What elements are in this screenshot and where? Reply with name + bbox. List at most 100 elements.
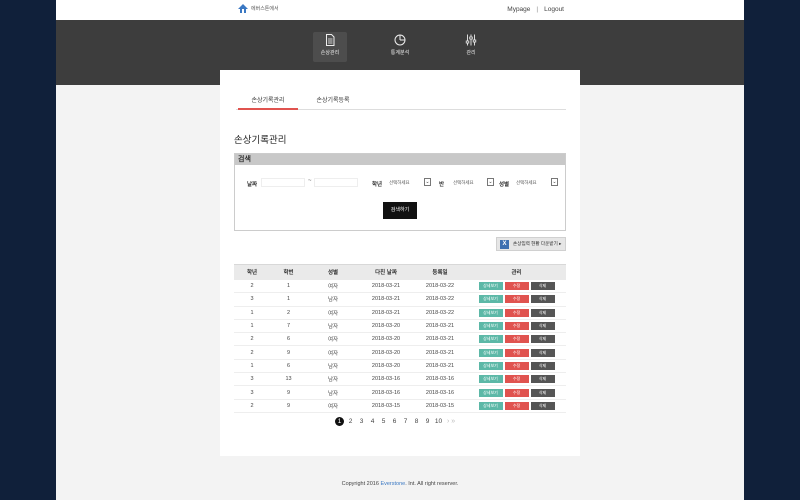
table-cell: 2018-03-21 [413,359,467,374]
table-cell: 2018-03-15 [413,399,467,413]
table-cell: 여자 [307,332,359,347]
table-cell: 2 [270,306,307,320]
delete-button[interactable]: 삭제 [530,322,555,331]
grade-label: 학년 [372,182,383,188]
footer-brand-link[interactable]: Everstone [380,481,405,487]
column-header: 관리 [467,264,566,280]
page-link[interactable]: 4 [368,417,377,426]
date-to-input[interactable] [314,178,358,187]
delete-button[interactable]: 삭제 [530,401,555,410]
page-link[interactable]: 8 [412,417,421,426]
date-from-input[interactable] [261,178,305,187]
table-cell: 2018-03-16 [359,372,413,387]
row-actions: 상세보기 수정 삭제 [467,306,566,320]
table-cell: 2 [234,279,270,294]
table-row: 3 9 남자 2018-03-16 2018-03-16 상세보기 수정 삭제 [234,385,566,400]
table-cell: 2018-03-21 [359,292,413,307]
detail-button[interactable]: 상세보기 [478,375,503,384]
logo-icon [238,4,248,13]
detail-button[interactable]: 상세보기 [478,308,503,317]
detail-button[interactable]: 상세보기 [478,348,503,357]
grade-select[interactable]: 선택하세요 ⌄ [389,178,431,187]
row-actions: 상세보기 수정 삭제 [467,292,566,307]
nav-item-statistics[interactable]: 통계분석 [383,32,417,62]
edit-button[interactable]: 수정 [504,348,529,357]
gender-select[interactable]: 선택하세요 ⌄ [516,178,558,187]
detail-button[interactable]: 상세보기 [478,335,503,344]
row-actions: 상세보기 수정 삭제 [467,319,566,334]
download-label: 손상임력 현황 다운받기 ▸ [513,241,562,246]
detail-button[interactable]: 상세보기 [478,295,503,304]
table-cell: 2018-03-20 [359,359,413,374]
page-link[interactable]: 9 [423,417,432,426]
search-button[interactable]: 검색하기 [383,202,417,219]
edit-button[interactable]: 수정 [504,388,529,397]
top-bar: 에버스톤에서 Mypage | Logout [56,0,744,20]
table-cell: 2018-03-22 [413,279,467,294]
table-cell: 남자 [307,319,359,334]
table-header-row: 학년 학번 성별 다친 날짜 등록일 관리 [234,264,566,280]
sliders-icon [465,34,477,46]
delete-button[interactable]: 삭제 [530,308,555,317]
page-link[interactable]: 5 [379,417,388,426]
delete-button[interactable]: 삭제 [530,335,555,344]
detail-button[interactable]: 상세보기 [478,401,503,410]
edit-button[interactable]: 수정 [504,335,529,344]
delete-button[interactable]: 삭제 [530,295,555,304]
page-link[interactable]: 2 [346,417,355,426]
nav-item-admin[interactable]: 관리 [454,32,488,62]
content-card: 손상기록관리 손상기록등록 손상기록관리 검색 날짜 ~ 학년 선택하세요 ⌄ … [220,70,580,456]
row-actions: 상세보기 수정 삭제 [467,359,566,374]
row-actions: 상세보기 수정 삭제 [467,332,566,347]
edit-button[interactable]: 수정 [504,375,529,384]
page-link[interactable]: 7 [401,417,410,426]
edit-button[interactable]: 수정 [504,361,529,370]
document-icon [324,34,336,46]
delete-button[interactable]: 삭제 [530,348,555,357]
table-cell: 6 [270,359,307,374]
delete-button[interactable]: 삭제 [530,281,555,290]
edit-button[interactable]: 수정 [504,308,529,317]
search-panel-heading: 검색 [235,154,565,165]
table-cell: 남자 [307,372,359,387]
detail-button[interactable]: 상세보기 [478,281,503,290]
table-row: 2 9 여자 2018-03-20 2018-03-21 상세보기 수정 삭제 [234,345,566,360]
table-row: 3 13 남자 2018-03-16 2018-03-16 상세보기 수정 삭제 [234,372,566,387]
next-page-arrows[interactable]: › » [447,418,455,425]
excel-icon: X [500,240,509,249]
delete-button[interactable]: 삭제 [530,375,555,384]
detail-button[interactable]: 상세보기 [478,322,503,331]
delete-button[interactable]: 삭제 [530,388,555,397]
column-header: 학번 [270,264,307,280]
tab-record-registration[interactable]: 손상기록등록 [308,96,358,110]
page-link[interactable]: 3 [357,417,366,426]
edit-button[interactable]: 수정 [504,281,529,290]
page-link[interactable]: 10 [434,417,443,426]
table-cell: 9 [270,385,307,400]
delete-button[interactable]: 삭제 [530,361,555,370]
edit-button[interactable]: 수정 [504,322,529,331]
table-cell: 3 [234,292,270,307]
table-cell: 9 [270,399,307,413]
column-header: 성별 [307,264,359,280]
table-cell: 2018-03-21 [413,319,467,334]
edit-button[interactable]: 수정 [504,295,529,304]
logo-text: 에버스톤에서 [251,6,279,12]
detail-button[interactable]: 상세보기 [478,388,503,397]
gender-label: 성별 [499,182,510,188]
detail-button[interactable]: 상세보기 [478,361,503,370]
mypage-link[interactable]: Mypage [507,6,530,13]
page-link[interactable]: 6 [390,417,399,426]
nav-item-damage-management[interactable]: 손상관리 [313,32,347,62]
footer-prefix: Copyright 2016 [341,481,381,487]
download-excel-button[interactable]: X 손상임력 현황 다운받기 ▸ [496,237,566,251]
logo[interactable]: 에버스톤에서 [238,4,279,13]
class-select[interactable]: 선택하세요 ⌄ [453,178,494,187]
page-link[interactable]: 1 [335,417,344,426]
edit-button[interactable]: 수정 [504,401,529,410]
logout-link[interactable]: Logout [544,6,564,13]
table-cell: 3 [234,385,270,400]
tab-damage-records[interactable]: 손상기록관리 [238,96,298,110]
footer: Copyright 2016 Everstone. Int. All right… [56,481,744,487]
date-range-separator: ~ [308,178,312,184]
